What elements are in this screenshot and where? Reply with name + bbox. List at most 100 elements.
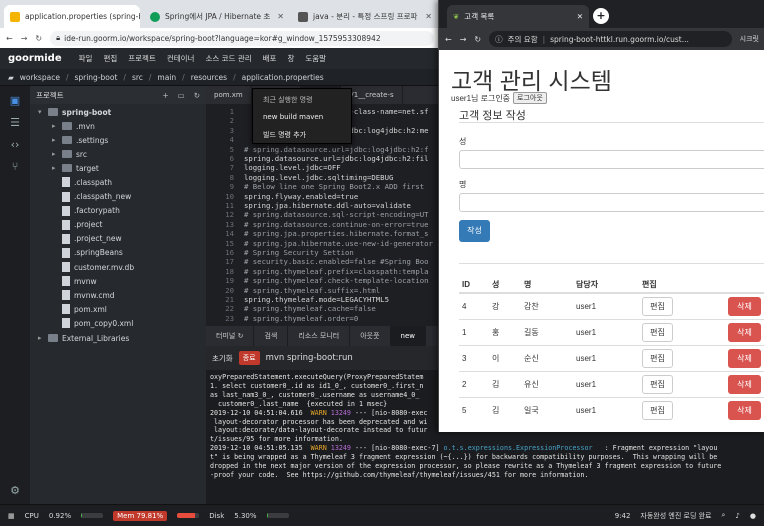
crumb-workspace[interactable]: workspace — [20, 73, 60, 82]
tree-item[interactable]: customer.mv.db — [52, 260, 134, 274]
tree-root[interactable]: ▾ spring-boot — [38, 105, 111, 119]
crumb-project[interactable]: spring-boot — [74, 73, 117, 82]
terminal-line: -proof your code. See https://github.com… — [210, 471, 760, 480]
file-icon — [62, 276, 70, 287]
delete-button[interactable]: 삭제 — [728, 348, 761, 368]
tree-item[interactable]: .classpath — [52, 175, 112, 189]
reload-icon[interactable]: ↻ — [35, 34, 42, 43]
search-icon[interactable]: ⌕ — [722, 511, 726, 520]
tree-item[interactable]: .factorypath — [52, 204, 120, 218]
delete-button[interactable]: 삭제 — [728, 400, 761, 420]
status-message: 자동완성 엔진 로딩 완료 — [640, 511, 712, 520]
edit-button[interactable]: 편집 — [642, 348, 673, 368]
tree-item[interactable]: pom_copy0.xml — [52, 316, 133, 330]
tab-terminal[interactable]: 터미널 ↻ — [206, 326, 255, 346]
tab-new[interactable]: new — [390, 326, 426, 346]
disk-value: 5.30% — [234, 511, 257, 520]
tree-item[interactable]: mvnw — [52, 274, 97, 288]
bell-icon[interactable]: ♪ — [735, 512, 739, 520]
last-name-input[interactable] — [459, 193, 764, 212]
first-name-input[interactable] — [459, 150, 764, 169]
reload-icon[interactable]: ↻ — [474, 35, 481, 44]
close-icon[interactable]: ✕ — [273, 12, 284, 21]
menu-project[interactable]: 프로젝트 — [128, 53, 156, 64]
close-icon[interactable]: ✕ — [421, 12, 432, 21]
tree-item[interactable]: ▸ .mvn — [52, 119, 95, 133]
back-icon[interactable]: ← — [6, 34, 13, 43]
menu-scm[interactable]: 소스 코드 관리 — [205, 53, 251, 64]
browser-tab-2[interactable]: Spring에서 JPA / Hibernate 초 ✕ — [144, 5, 290, 28]
browser-tab-1[interactable]: application.properties (spring-b ✕ — [4, 5, 140, 28]
tab-resource-monitor[interactable]: 리소스 모니터 — [288, 326, 351, 346]
app-browser-tab[interactable]: ❦ 고객 목록 ✕ — [447, 5, 589, 28]
tree-item[interactable]: ▸ target — [52, 161, 99, 175]
menu-window[interactable]: 창 — [287, 53, 294, 64]
gear-icon[interactable]: ⚙ — [8, 484, 22, 498]
url-input[interactable]: ⓘ 주의 요함 | spring-boot-httkl.run.goorm.io… — [489, 31, 732, 47]
crumb-main[interactable]: main — [157, 73, 176, 82]
back-icon[interactable]: ← — [445, 35, 452, 44]
menu-file[interactable]: 파일 — [79, 53, 93, 64]
cell-id: 1 — [459, 318, 489, 345]
delete-button[interactable]: 삭제 — [728, 374, 761, 394]
menu-recent-commands[interactable]: 최근 실행한 명령 — [263, 94, 313, 106]
tree-item[interactable]: .springBeans — [52, 246, 123, 260]
reset-button[interactable]: 초기화 — [212, 353, 233, 364]
add-icon[interactable]: + — [162, 91, 168, 100]
left-browser-tabbar: application.properties (spring-b ✕ Sprin… — [0, 0, 440, 28]
menu-edit[interactable]: 편집 — [103, 53, 117, 64]
menu-deploy[interactable]: 배포 — [263, 53, 277, 64]
terminal-text: --- [nio-8080-exec — [350, 408, 428, 417]
tree-external-libraries[interactable]: ▸ External_Libraries — [38, 331, 129, 345]
tree-item[interactable]: pom.xml — [52, 302, 107, 316]
file-icon — [62, 262, 70, 272]
edit-button[interactable]: 편집 — [642, 400, 673, 420]
stop-button[interactable]: 종료 — [238, 351, 260, 365]
menu-help[interactable]: 도움말 — [305, 53, 326, 64]
separator-icon: / — [148, 72, 152, 82]
submit-button[interactable]: 작성 — [459, 220, 490, 242]
refresh-icon[interactable]: ↻ — [194, 91, 200, 100]
crumb-src[interactable]: src — [132, 73, 143, 82]
table-row: 2 김 유신 user1 편집 삭제 — [459, 370, 764, 397]
tab-search[interactable]: 검색 — [254, 326, 289, 346]
tree-item[interactable]: mvnw.cmd — [52, 288, 115, 302]
tree-item[interactable]: ▸ .settings — [52, 133, 108, 147]
refresh-icon[interactable]: ↻ — [238, 332, 244, 340]
cell-last: 일국 — [521, 396, 573, 423]
menu-add-build-command[interactable]: 빌드 명령 추가 — [263, 129, 306, 141]
crumb-resources[interactable]: resources — [191, 73, 227, 82]
folder-add-icon[interactable]: ▭ — [178, 91, 185, 100]
edit-button[interactable]: 편집 — [642, 296, 673, 316]
editor-tab-pom[interactable]: pom.xm — [206, 86, 252, 104]
forward-icon[interactable]: → — [21, 34, 28, 43]
logout-button[interactable]: 로그아웃 — [513, 92, 547, 104]
crumb-file[interactable]: application.properties — [242, 73, 324, 82]
git-icon[interactable]: ⑂ — [8, 160, 22, 174]
mem-badge: Mem 79.81% — [113, 510, 168, 521]
tree-item[interactable]: ▸ src — [52, 147, 87, 161]
goorm-logo: goormide — [8, 53, 62, 64]
delete-button[interactable]: 삭제 — [728, 322, 761, 342]
outline-icon[interactable]: ☰ — [8, 116, 22, 130]
tree-item[interactable]: .project_new — [52, 232, 122, 246]
forward-icon[interactable]: → — [460, 35, 467, 44]
menu-container[interactable]: 컨테이너 — [167, 53, 195, 64]
new-tab-button[interactable]: + — [593, 8, 609, 24]
edit-button[interactable]: 편집 — [642, 374, 673, 394]
tree-item[interactable]: .project — [52, 218, 102, 232]
code-icon[interactable]: ‹› — [8, 138, 22, 152]
terminal-line: dropped in the next major version of the… — [210, 462, 760, 471]
project-icon[interactable]: ▣ — [8, 94, 22, 108]
close-icon[interactable]: ✕ — [577, 12, 583, 21]
browser-tab-3[interactable]: java - 분리 - 특정 스프링 프로파 ✕ — [292, 5, 438, 28]
cell-owner: user1 — [573, 370, 639, 397]
edit-button[interactable]: 편집 — [642, 322, 673, 342]
tab-output[interactable]: 아웃풋 — [350, 326, 391, 346]
url-input[interactable]: 🔒︎ ide-run.goorm.io/workspace/spring-boo… — [50, 30, 434, 46]
tree-item[interactable]: .classpath_new — [52, 190, 131, 204]
menu-new-build-maven[interactable]: new build maven — [263, 111, 323, 123]
delete-button[interactable]: 삭제 — [728, 296, 761, 316]
user-icon[interactable]: ● — [750, 512, 756, 520]
cell-owner: user1 — [573, 292, 639, 319]
